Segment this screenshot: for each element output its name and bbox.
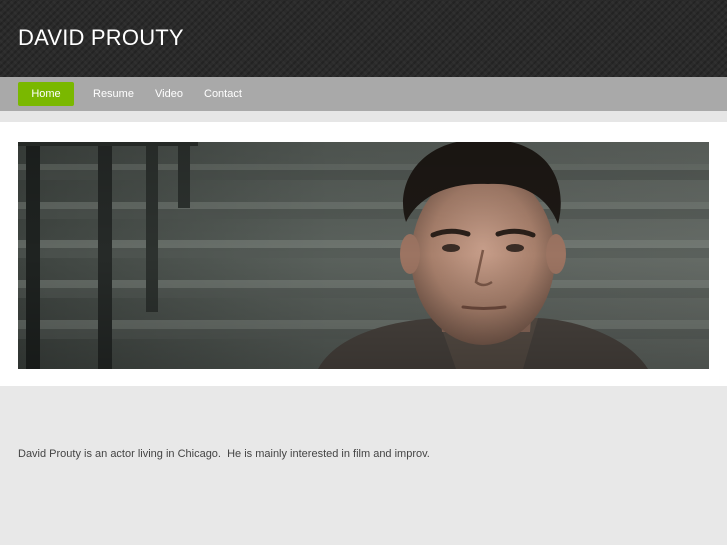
main-nav: Home Resume Video Contact [0,77,727,111]
site-header: DAVID PROUTY [0,0,727,77]
nav-video[interactable]: Video [155,82,183,106]
hero-image [18,142,709,369]
nav-contact[interactable]: Contact [204,82,242,106]
nav-resume[interactable]: Resume [93,82,134,106]
nav-home[interactable]: Home [18,82,74,106]
nav-divider [0,111,727,122]
bio-text: David Prouty is an actor living in Chica… [18,448,430,460]
content-area: David Prouty is an actor living in Chica… [0,386,727,545]
banner-panel [0,122,727,386]
site-title[interactable]: DAVID PROUTY [18,25,184,51]
